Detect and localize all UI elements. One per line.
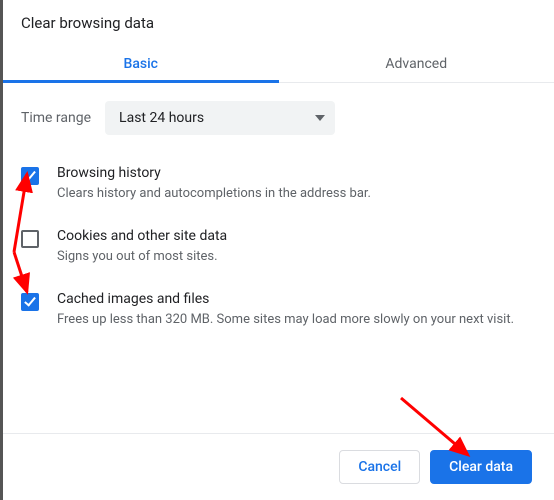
option-text: Cached images and files Frees up less th… <box>57 291 534 330</box>
chevron-down-icon <box>315 115 325 121</box>
checkbox-cache[interactable] <box>21 293 39 311</box>
option-title: Browsing history <box>57 165 534 181</box>
dialog-title: Clear browsing data <box>3 0 554 46</box>
option-text: Cookies and other site data Signs you ou… <box>57 228 534 267</box>
cancel-button[interactable]: Cancel <box>339 450 420 484</box>
option-desc: Clears history and autocompletions in th… <box>57 185 534 204</box>
dialog-footer: Cancel Clear data <box>3 433 554 500</box>
tabs: Basic Advanced <box>3 46 554 83</box>
option-text: Browsing history Clears history and auto… <box>57 165 534 204</box>
time-range-label: Time range <box>21 110 91 126</box>
option-title: Cookies and other site data <box>57 228 534 244</box>
option-desc: Frees up less than 320 MB. Some sites ma… <box>57 311 534 330</box>
checkbox-browsing-history[interactable] <box>21 167 39 185</box>
tab-basic[interactable]: Basic <box>3 46 279 82</box>
option-browsing-history: Browsing history Clears history and auto… <box>21 153 534 216</box>
options-list: Browsing history Clears history and auto… <box>3 153 554 342</box>
time-range-select[interactable]: Last 24 hours <box>105 101 335 135</box>
clear-data-button[interactable]: Clear data <box>430 450 532 484</box>
option-desc: Signs you out of most sites. <box>57 248 534 267</box>
tab-advanced[interactable]: Advanced <box>279 46 554 82</box>
option-cookies: Cookies and other site data Signs you ou… <box>21 216 534 279</box>
option-title: Cached images and files <box>57 291 534 307</box>
time-range-row: Time range Last 24 hours <box>3 83 554 153</box>
time-range-value: Last 24 hours <box>119 110 204 126</box>
clear-browsing-data-dialog: Clear browsing data Basic Advanced Time … <box>0 0 554 500</box>
checkbox-cookies[interactable] <box>21 230 39 248</box>
option-cache: Cached images and files Frees up less th… <box>21 279 534 342</box>
